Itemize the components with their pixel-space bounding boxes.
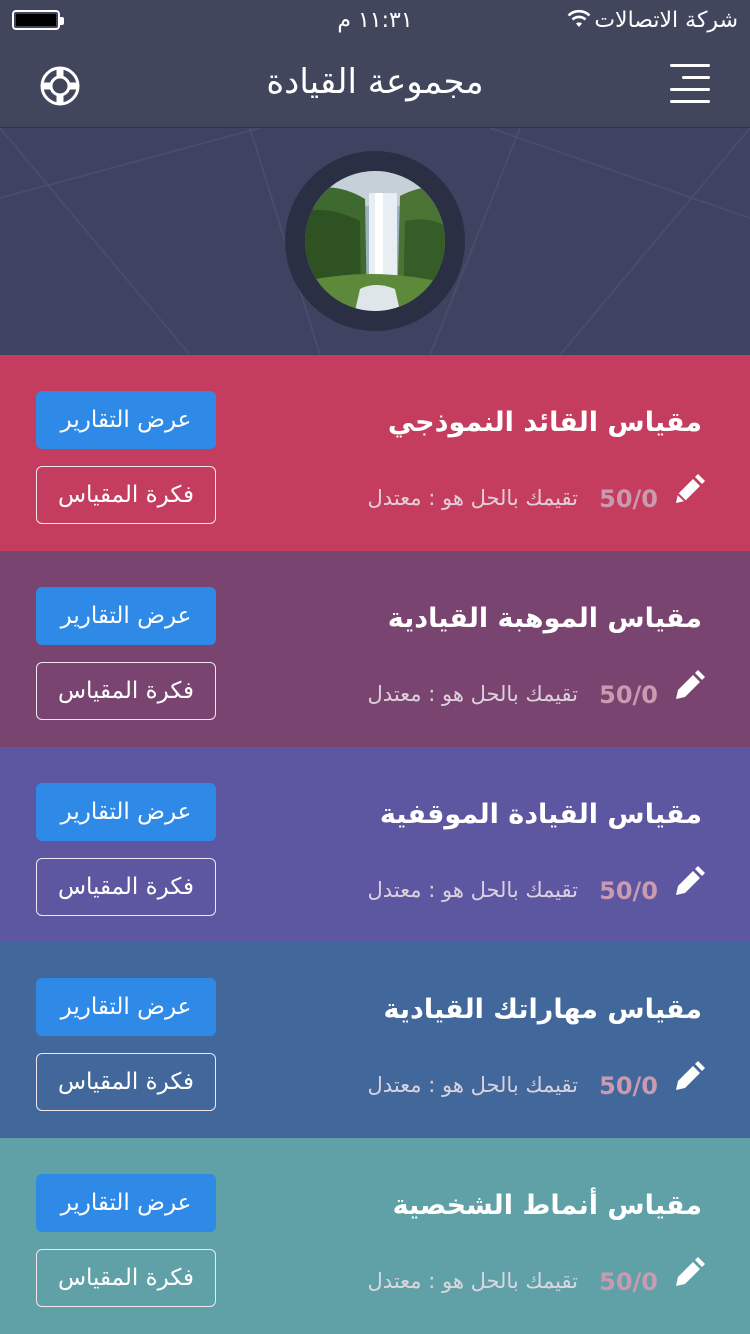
score-value: 50/0	[599, 1268, 658, 1296]
card-title: مقياس أنماط الشخصية	[392, 1190, 702, 1221]
scale-card-leadership-talent: مقياس الموهبة القيادية 50/0 تقيمك بالحل …	[0, 551, 750, 747]
pencil-icon[interactable]	[672, 1060, 706, 1094]
scale-card-personality-types: مقياس أنماط الشخصية 50/0 تقيمك بالحل هو …	[0, 1138, 750, 1334]
scale-idea-button[interactable]: فكرة المقياس	[36, 662, 216, 720]
waterfall-avatar[interactable]	[305, 171, 445, 311]
navigation-bar: مجموعة القيادة	[0, 40, 750, 128]
score-value: 50/0	[599, 485, 658, 513]
pencil-icon[interactable]	[672, 669, 706, 703]
result-text: تقيمك بالحل هو : معتدل	[367, 486, 578, 510]
score-value: 50/0	[599, 1072, 658, 1100]
pencil-icon[interactable]	[672, 1256, 706, 1290]
view-reports-button[interactable]: عرض التقارير	[36, 391, 216, 449]
wifi-icon	[567, 9, 591, 27]
view-reports-button[interactable]: عرض التقارير	[36, 587, 216, 645]
result-text: تقيمك بالحل هو : معتدل	[367, 1073, 578, 1097]
scale-idea-button[interactable]: فكرة المقياس	[36, 858, 216, 916]
scale-card-leadership-skills: مقياس مهاراتك القيادية 50/0 تقيمك بالحل …	[0, 942, 750, 1138]
scale-card-situational-leadership: مقياس القيادة الموقفية 50/0 تقيمك بالحل …	[0, 747, 750, 943]
page-title: مجموعة القيادة	[266, 62, 484, 102]
scale-idea-button[interactable]: فكرة المقياس	[36, 1249, 216, 1307]
result-text: تقيمك بالحل هو : معتدل	[367, 878, 578, 902]
card-title: مقياس الموهبة القيادية	[387, 603, 702, 634]
result-text: تقيمك بالحل هو : معتدل	[367, 682, 578, 706]
result-text: تقيمك بالحل هو : معتدل	[367, 1269, 578, 1293]
pencil-icon[interactable]	[672, 473, 706, 507]
avatar-frame	[285, 151, 465, 331]
profile-header	[0, 128, 750, 355]
pencil-icon[interactable]	[672, 865, 706, 899]
view-reports-button[interactable]: عرض التقارير	[36, 1174, 216, 1232]
score-value: 50/0	[599, 681, 658, 709]
hamburger-menu-icon[interactable]	[666, 62, 710, 106]
scale-idea-button[interactable]: فكرة المقياس	[36, 1053, 216, 1111]
view-reports-button[interactable]: عرض التقارير	[36, 978, 216, 1036]
status-bar: ١١:٣١ م شركة الاتصالات	[0, 0, 750, 40]
view-reports-button[interactable]: عرض التقارير	[36, 783, 216, 841]
scale-card-model-leader: مقياس القائد النموذجي 50/0 تقيمك بالحل ه…	[0, 355, 750, 551]
score-value: 50/0	[599, 877, 658, 905]
scale-idea-button[interactable]: فكرة المقياس	[36, 466, 216, 524]
card-title: مقياس القيادة الموقفية	[379, 799, 702, 830]
card-title: مقياس مهاراتك القيادية	[383, 994, 702, 1025]
carrier-name: شركة الاتصالات	[594, 8, 738, 33]
card-title: مقياس القائد النموذجي	[387, 407, 702, 438]
